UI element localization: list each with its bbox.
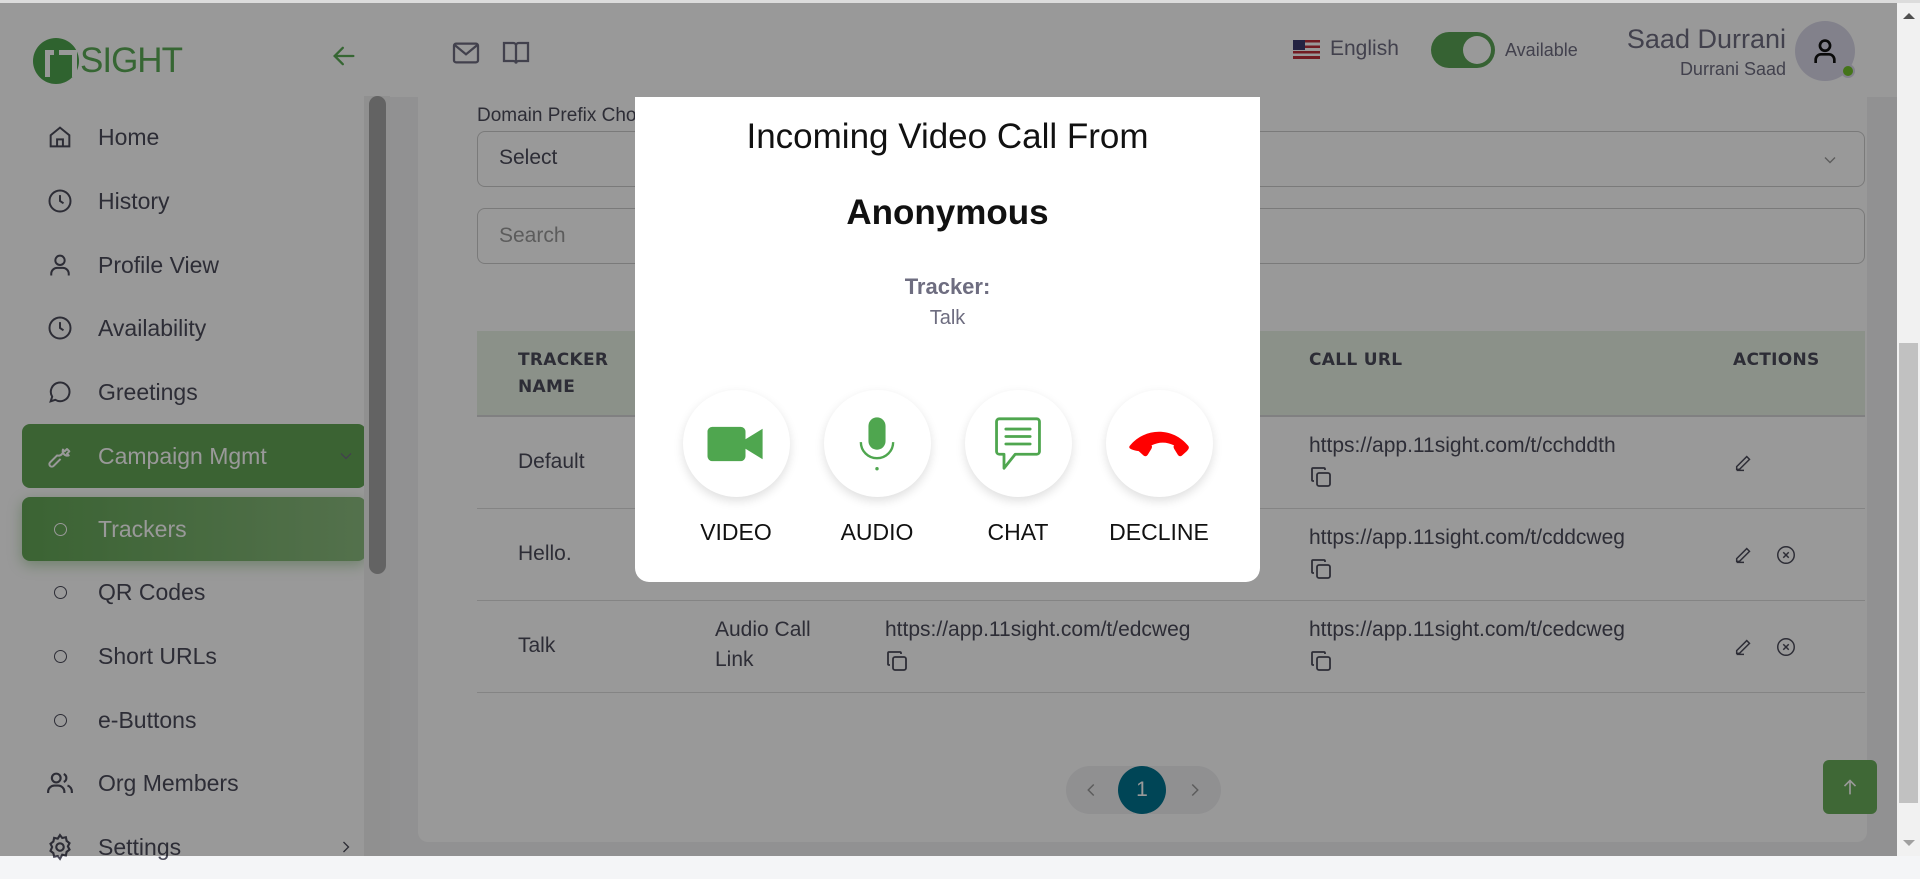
window-top-border	[0, 0, 1920, 3]
page-scrollbar[interactable]	[1897, 3, 1920, 856]
accept-video-button[interactable]: VIDEO	[682, 390, 790, 546]
modal-title: Incoming Video Call From	[746, 117, 1149, 156]
button-label: DECLINE	[1109, 519, 1209, 545]
accept-chat-button[interactable]: CHAT	[964, 390, 1072, 546]
video-camera-icon	[707, 426, 763, 461]
decline-circle[interactable]	[1105, 390, 1213, 497]
button-label: VIDEO	[700, 519, 772, 545]
scroll-up-arrow-icon[interactable]	[1903, 13, 1915, 19]
decline-button[interactable]: DECLINE	[1105, 390, 1213, 546]
accept-chat-circle[interactable]	[964, 390, 1072, 497]
tracker-value: Talk	[929, 307, 966, 329]
accept-audio-button[interactable]: AUDIO	[823, 390, 931, 546]
accept-video-circle[interactable]	[682, 390, 790, 497]
accept-audio-circle[interactable]	[823, 390, 931, 497]
microphone-icon	[859, 416, 895, 470]
caller-name: Anonymous	[846, 193, 1049, 232]
button-label: CHAT	[987, 519, 1049, 545]
incoming-call-modal: Incoming Video Call From Anonymous Track…	[635, 97, 1260, 582]
hang-up-icon	[1129, 431, 1189, 456]
button-label: AUDIO	[840, 519, 914, 545]
tracker-label: Tracker:	[904, 274, 991, 299]
page-scrollbar-thumb[interactable]	[1899, 343, 1918, 803]
chat-icon	[995, 416, 1041, 470]
scroll-down-arrow-icon[interactable]	[1903, 840, 1915, 846]
